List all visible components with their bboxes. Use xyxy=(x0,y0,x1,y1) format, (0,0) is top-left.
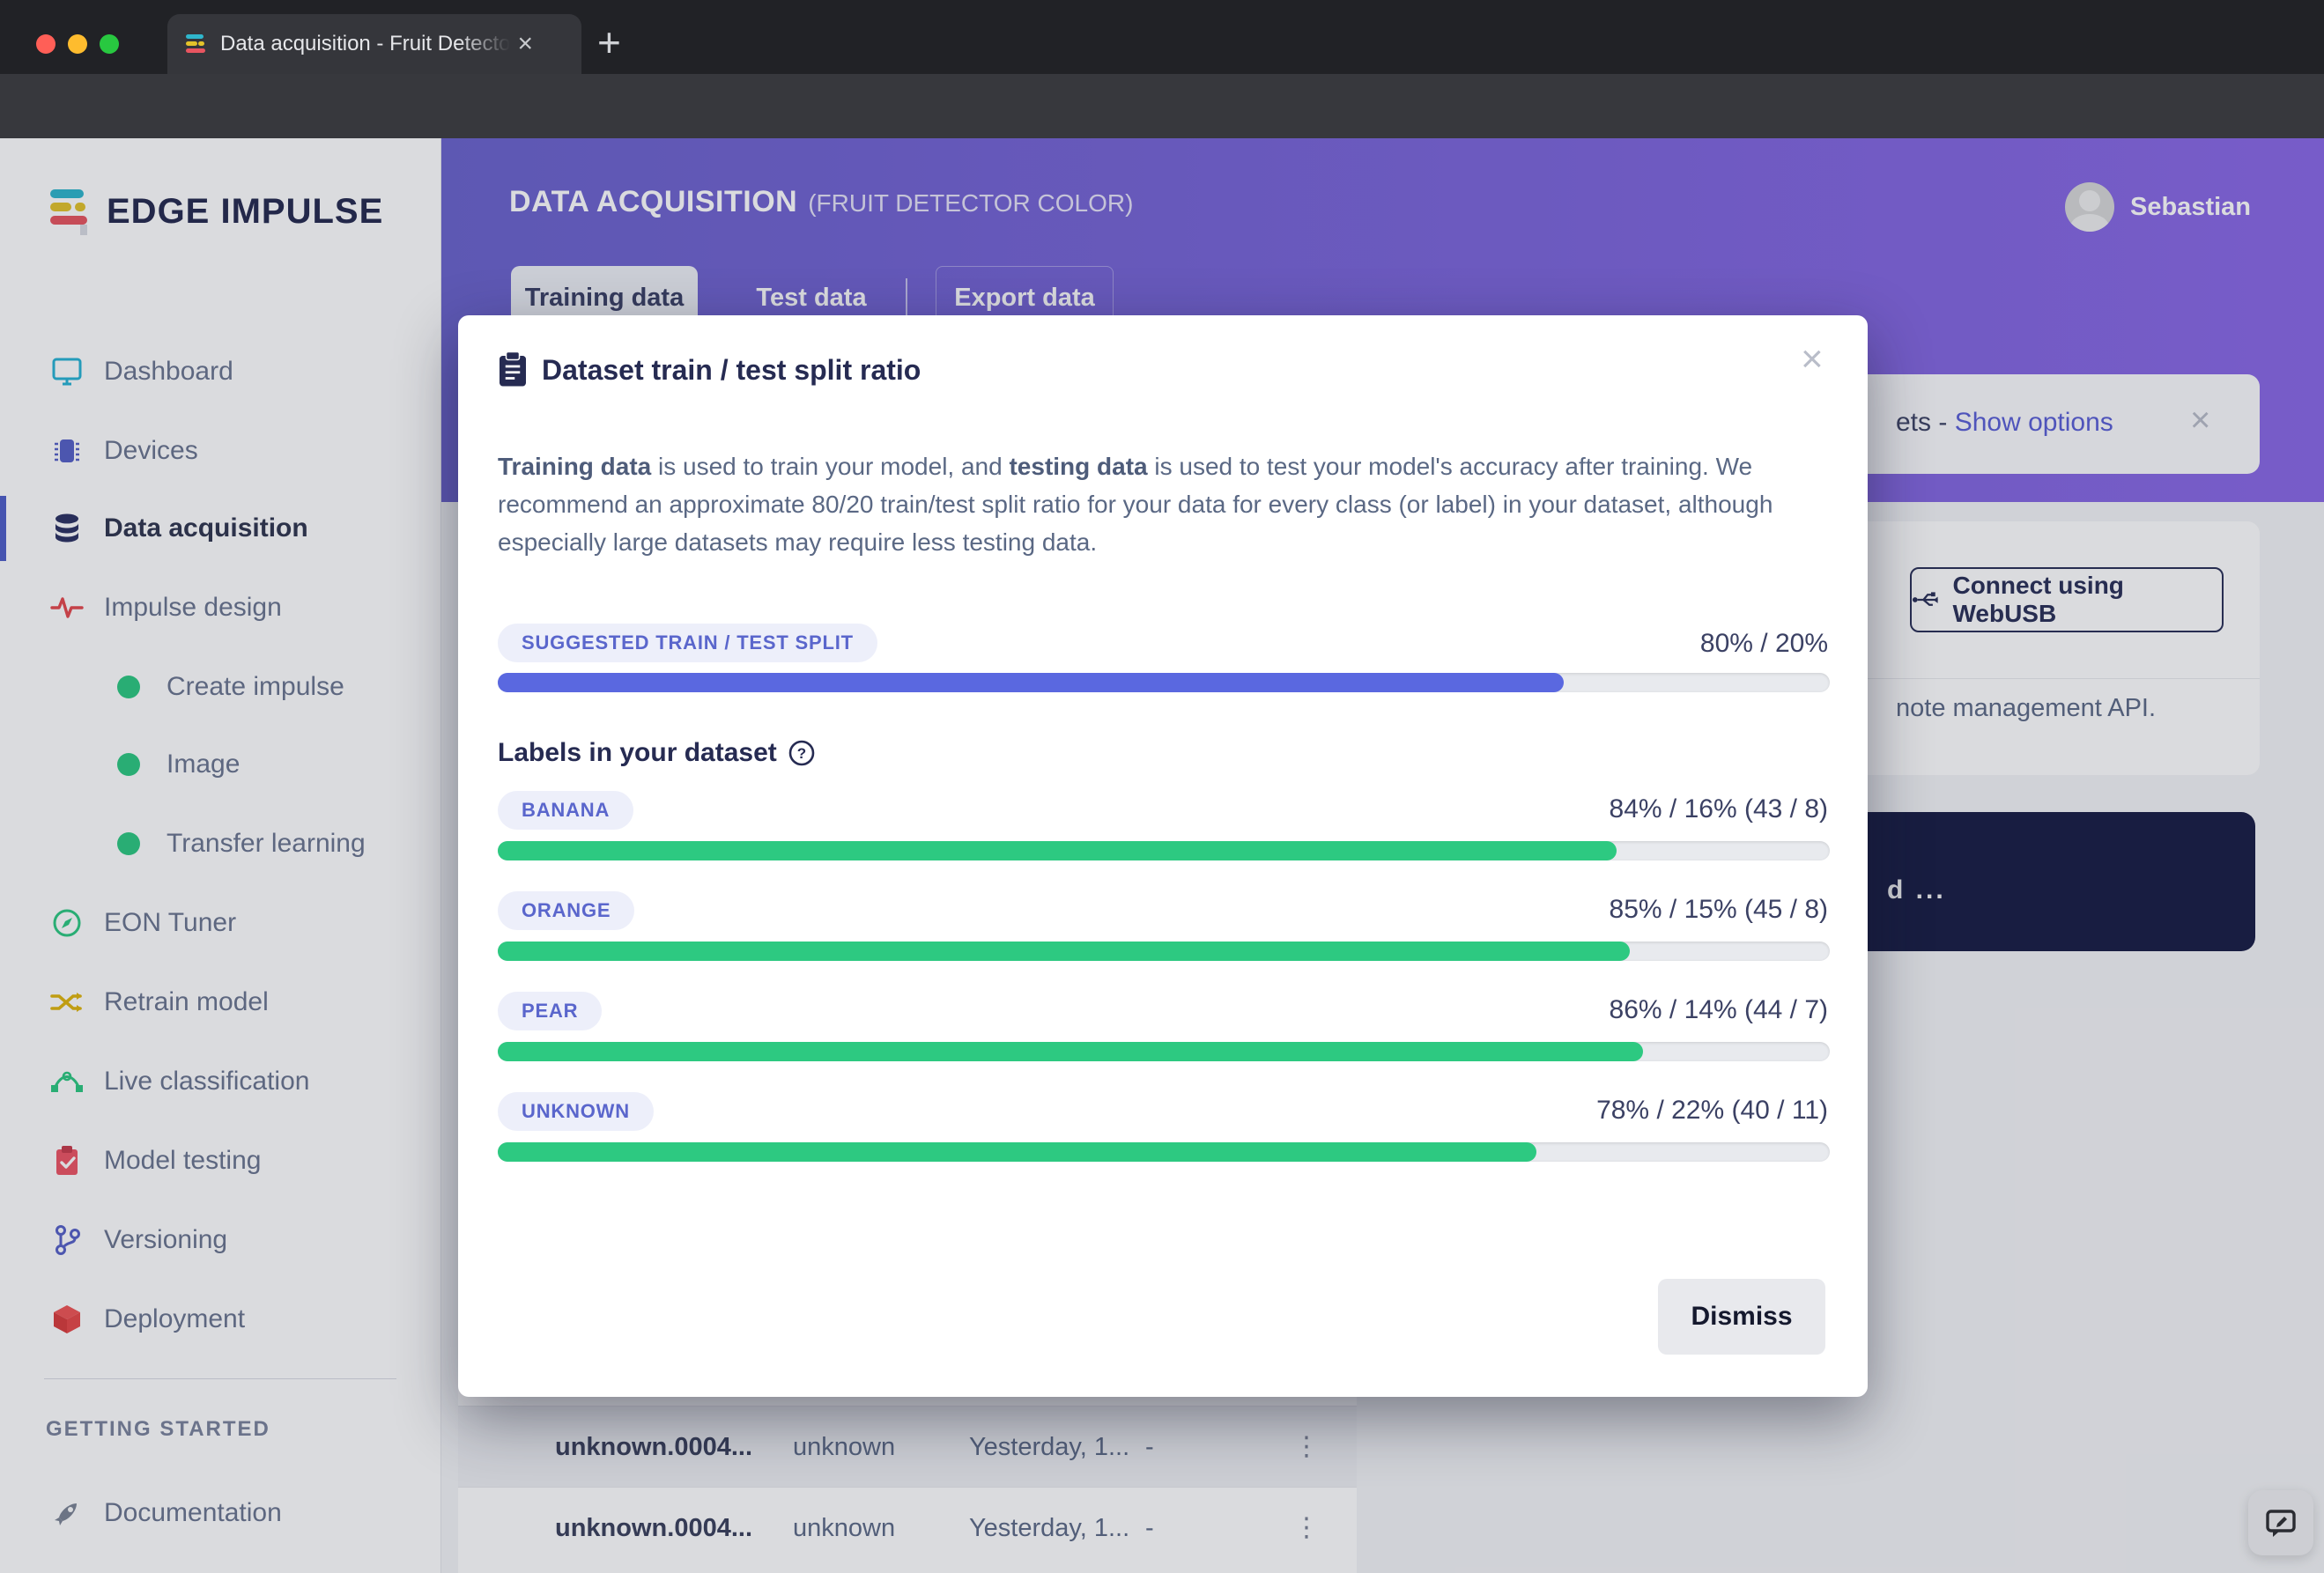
browser-tab-strip: Data acquisition - Fruit Detecto × + xyxy=(0,0,2324,74)
label-bar-pear xyxy=(498,1042,1830,1061)
tab-title: Data acquisition - Fruit Detecto xyxy=(220,32,510,56)
label-bar-banana xyxy=(498,841,1830,860)
modal-description: Training data is used to train your mode… xyxy=(498,447,1830,561)
suggested-split-value: 80% / 20% xyxy=(1700,629,1828,659)
new-tab-button[interactable]: + xyxy=(597,19,621,65)
modal-close-icon[interactable]: × xyxy=(1801,340,1824,379)
label-value-orange: 85% / 15% (45 / 8) xyxy=(1610,895,1828,925)
label-fill-orange xyxy=(498,942,1630,961)
label-fill-unknown xyxy=(498,1142,1536,1162)
suggested-split-badge: SUGGESTED TRAIN / TEST SPLIT xyxy=(498,624,877,662)
labels-heading-text: Labels in your dataset xyxy=(498,738,777,768)
bold-training-data: Training data xyxy=(498,453,651,480)
label-value-pear: 86% / 14% (44 / 7) xyxy=(1610,995,1828,1025)
label-fill-banana xyxy=(498,841,1617,860)
label-fill-pear xyxy=(498,1042,1643,1061)
label-bar-unknown xyxy=(498,1142,1830,1162)
label-badge-unknown: UNKNOWN xyxy=(498,1092,654,1131)
label-badge-orange: ORANGE xyxy=(498,891,634,930)
suggested-split-bar xyxy=(498,673,1830,692)
svg-text:?: ? xyxy=(797,745,806,762)
edge-impulse-favicon xyxy=(183,32,208,56)
label-badge-banana: BANANA xyxy=(498,791,633,830)
dismiss-button[interactable]: Dismiss xyxy=(1658,1279,1825,1355)
browser-tab[interactable]: Data acquisition - Fruit Detecto × xyxy=(167,14,581,74)
screen: Data acquisition - Fruit Detecto × + ← →… xyxy=(0,0,2324,1573)
description-segment: is used to train your model, and xyxy=(651,453,1009,480)
label-badge-pear: PEAR xyxy=(498,992,602,1030)
train-test-split-modal: Dataset train / test split ratio × Train… xyxy=(458,315,1868,1397)
window-minimize-button[interactable] xyxy=(68,34,87,54)
labels-heading: Labels in your dataset ? xyxy=(498,738,816,768)
label-value-unknown: 78% / 22% (40 / 11) xyxy=(1596,1096,1828,1126)
tab-close-icon[interactable]: × xyxy=(517,31,533,57)
label-value-banana: 84% / 16% (43 / 8) xyxy=(1610,794,1828,824)
window-close-button[interactable] xyxy=(36,34,56,54)
label-bar-orange xyxy=(498,942,1830,961)
bold-testing-data: testing data xyxy=(1009,453,1147,480)
clipboard-icon xyxy=(497,351,529,388)
suggested-split-fill xyxy=(498,673,1564,692)
browser-toolbar: ← → ↻ ⌂ https://studio.edgeimpulse.com/s… xyxy=(0,74,2324,138)
modal-title: Dataset train / test split ratio xyxy=(542,354,921,387)
window-zoom-button[interactable] xyxy=(100,34,119,54)
help-icon[interactable]: ? xyxy=(788,739,816,767)
